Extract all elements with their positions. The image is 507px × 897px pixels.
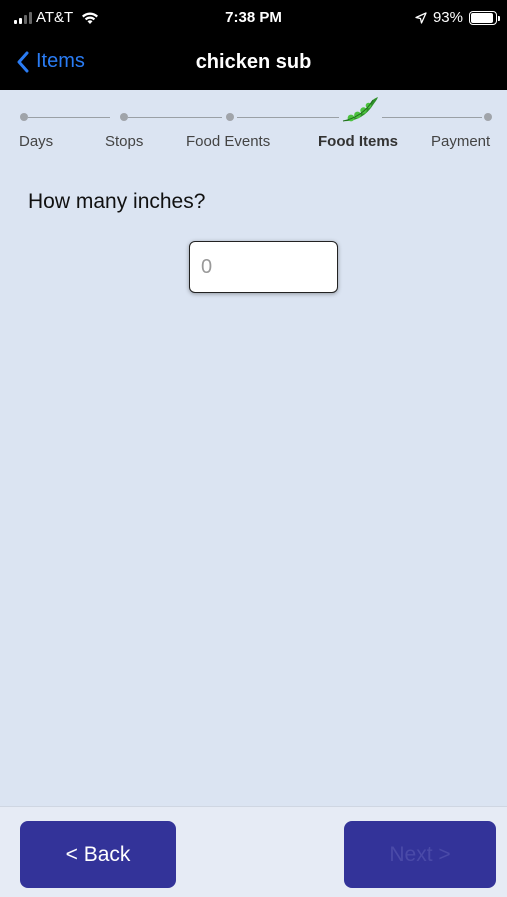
step-label-stops[interactable]: Stops xyxy=(105,133,143,150)
inches-input[interactable] xyxy=(189,241,338,293)
step-dot-payment xyxy=(484,113,492,121)
battery-fill xyxy=(471,12,494,23)
step-dot-days xyxy=(20,113,28,121)
step-dot-stops xyxy=(120,113,128,121)
stepper-line xyxy=(128,117,222,118)
stepper-line xyxy=(382,117,482,118)
stepper-line xyxy=(237,117,339,118)
battery-percent: 93% xyxy=(432,9,463,26)
stepper-line xyxy=(28,117,110,118)
location-arrow-icon xyxy=(415,11,427,24)
pea-pod-icon xyxy=(342,97,378,122)
bottom-toolbar: < Back Next > xyxy=(0,806,507,897)
page-title: chicken sub xyxy=(195,51,312,73)
navigation-bar: Items chicken sub xyxy=(0,36,507,90)
step-label-food-items[interactable]: Food Items xyxy=(318,133,398,150)
status-right: 93% xyxy=(415,9,500,26)
battery-icon xyxy=(469,10,500,25)
next-button[interactable]: Next > xyxy=(344,821,496,888)
app-screen: AT&T 7:38 PM 93% Items chicken sub Days … xyxy=(0,0,507,897)
step-label-days[interactable]: Days xyxy=(19,133,53,150)
back-button[interactable]: < Back xyxy=(20,821,176,888)
step-dot-food-events xyxy=(226,113,234,121)
inches-question: How many inches? xyxy=(28,190,206,213)
progress-stepper: Days Stops Food Events Food Items Paymen… xyxy=(0,90,507,160)
status-bar: AT&T 7:38 PM 93% xyxy=(0,0,507,36)
step-label-payment[interactable]: Payment xyxy=(431,133,490,150)
step-label-food-events[interactable]: Food Events xyxy=(186,133,270,150)
